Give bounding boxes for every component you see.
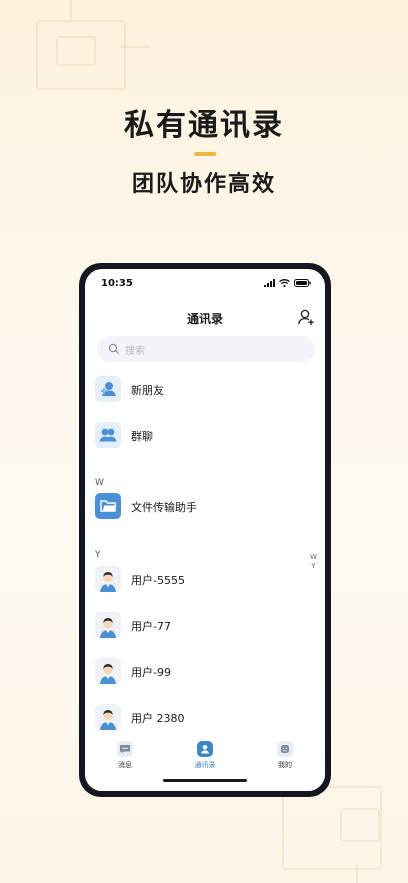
list-item-label: 用户-99 [131, 666, 171, 679]
phone-screen: 10:35 通讯录 搜索 新朋友 群聊 W 文件传输助手 Y W Y 用户-55… [85, 269, 325, 791]
promo-subhead: 团队协作高效 [131, 172, 276, 197]
message-icon [117, 741, 133, 757]
new-friend-icon [95, 376, 121, 402]
promo-headline: 私有通讯录 [124, 108, 284, 143]
signal-icon [264, 279, 275, 287]
status-bar: 10:35 [85, 269, 325, 299]
decor-line-bottom [356, 866, 358, 883]
profile-icon [277, 741, 293, 757]
index-letter-w[interactable]: W [310, 553, 317, 562]
contact-row[interactable]: 用户-99 [95, 658, 315, 686]
wifi-icon [279, 279, 290, 287]
battery-icon [294, 279, 311, 287]
contact-row[interactable]: 用户-77 [95, 612, 315, 640]
home-indicator [163, 779, 247, 782]
avatar [95, 566, 121, 592]
search-input[interactable]: 搜索 [97, 336, 315, 362]
list-item-label: 用户-77 [131, 620, 171, 633]
list-item-label: 用户-5555 [131, 574, 185, 587]
tab-label: 通讯录 [194, 761, 216, 769]
group-chat-icon [95, 422, 121, 448]
phone-frame: 10:35 通讯录 搜索 新朋友 群聊 W 文件传输助手 Y W Y 用户-55… [79, 263, 331, 797]
decor-line-top [70, 0, 72, 22]
tab-contacts[interactable]: 通讯录 [175, 741, 235, 775]
decor-frame-bottom-inner [340, 808, 380, 842]
tab-label: 消息 [118, 761, 132, 769]
contacts-icon [197, 741, 213, 757]
list-item-label: 新朋友 [131, 384, 164, 397]
list-item-new-friends[interactable]: 新朋友 [95, 376, 315, 404]
section-header-w: W [95, 478, 104, 488]
bottom-tab-bar: 消息 通讯录 我的 [85, 737, 325, 791]
contact-row[interactable]: 用户-5555 [95, 566, 315, 594]
contact-row[interactable]: 用户 2380 [95, 704, 315, 732]
decor-frame-top-inner [56, 36, 96, 66]
avatar [95, 612, 121, 638]
tab-label: 我的 [278, 761, 292, 769]
search-placeholder: 搜索 [125, 346, 145, 357]
list-item-file-transfer[interactable]: 文件传输助手 [95, 493, 315, 521]
section-header-y: Y [95, 550, 101, 560]
add-contact-icon[interactable] [297, 308, 315, 326]
avatar [95, 704, 121, 730]
headline-accent-bar [194, 152, 216, 156]
status-time: 10:35 [101, 278, 133, 289]
list-item-label: 用户 2380 [131, 712, 185, 725]
search-icon [108, 343, 120, 355]
tab-messages[interactable]: 消息 [95, 741, 155, 775]
list-item-label: 群聊 [131, 430, 153, 443]
decor-line-top-right [120, 46, 150, 48]
avatar [95, 658, 121, 684]
folder-icon [95, 493, 121, 519]
tab-profile[interactable]: 我的 [255, 741, 315, 775]
list-item-group-chat[interactable]: 群聊 [95, 422, 315, 450]
nav-bar: 通讯录 [85, 305, 325, 331]
list-item-label: 文件传输助手 [131, 501, 197, 514]
status-icons [264, 279, 311, 287]
page-title: 通讯录 [186, 312, 223, 326]
